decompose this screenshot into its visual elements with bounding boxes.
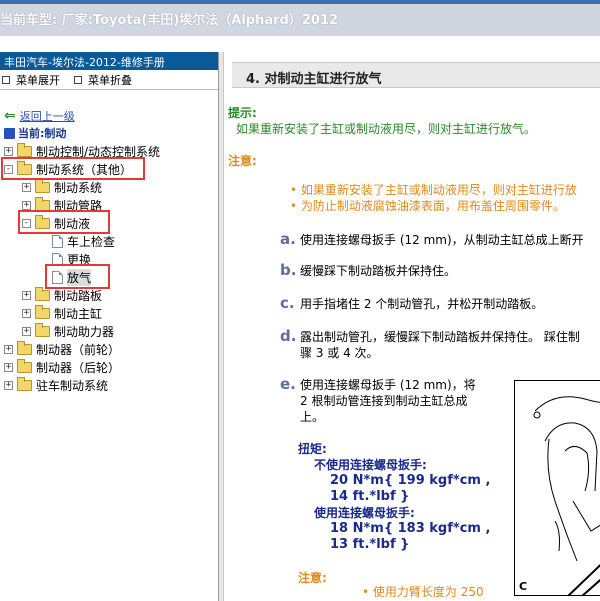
expand-menu-button[interactable]: 菜单展开 [2, 72, 60, 88]
expand-toggle-icon[interactable]: + [22, 182, 31, 192]
caution-item-1: • 如果重新安装了主缸或制动液用尽，则对主缸进行放 [290, 183, 577, 197]
torque-heading: 扭矩: [298, 442, 327, 456]
caution2-item: • 使用力臂长度为 250 [362, 585, 484, 599]
hint-heading: 提示: [228, 106, 257, 120]
folder-icon [35, 322, 50, 337]
highlight-box-brake-system-other [1, 157, 145, 180]
step-letter: a. [280, 230, 296, 248]
expand-toggle-icon[interactable]: + [22, 326, 31, 336]
step-text: 2 根制动管连接到制动主缸总成 [300, 394, 468, 408]
tree-item-brake-system[interactable]: + 制动系统 [22, 178, 102, 196]
expand-toggle-icon[interactable]: + [4, 146, 13, 156]
current-location: 当前:制动 [4, 125, 66, 141]
tree-item-label: 制动器（后轮） [36, 360, 121, 375]
current-vehicle-value: 厂家:Toyota(丰田)埃尔法（Alphard）2012 [61, 13, 339, 28]
collapse-menu-label: 菜单折叠 [88, 73, 132, 87]
current-vehicle-label: 当前车型: [0, 13, 58, 28]
back-arrow-icon: ⇐ [4, 108, 16, 124]
tree-item-front-brake[interactable]: + 制动器（前轮） [4, 340, 120, 358]
caution2-heading: 注意: [298, 571, 327, 585]
step-text: 缓慢踩下制动踏板并保持住。 [300, 264, 457, 278]
step-letter: d. [280, 327, 297, 345]
expand-toggle-icon[interactable]: + [4, 380, 13, 390]
tree-item-label: 制动器（前轮） [36, 342, 121, 357]
content-panel: 4. 对制动主缸进行放气 提示: 如果重新安装了主缸或制动液用尽，则对主缸进行放… [224, 52, 600, 601]
tree-item-rear-brake[interactable]: + 制动器（后轮） [4, 358, 120, 376]
highlight-box-bleeding [45, 264, 110, 289]
current-vehicle: 当前车型: 厂家:Toyota(丰田)埃尔法（Alphard）2012 [0, 9, 338, 28]
folder-icon [17, 376, 32, 391]
expand-icon [2, 75, 10, 84]
back-link[interactable]: ⇐ 返回上一级 [4, 108, 75, 124]
step-letter: b. [280, 261, 297, 279]
folder-icon [35, 286, 50, 301]
folder-icon [17, 340, 32, 355]
hint-text: 如果重新安装了主缸或制动液用尽，则对主缸进行放气。 [236, 122, 537, 136]
torque-without-value-1: 20 N*m{ 199 kgf*cm , [330, 473, 491, 488]
expand-toggle-icon[interactable]: + [4, 362, 13, 372]
tree-item-label: 驻车制动系统 [36, 378, 109, 393]
caution-heading: 注意: [228, 154, 257, 168]
folder-icon [35, 304, 50, 319]
step-letter: e. [280, 375, 296, 393]
menu-toolbar: 菜单展开 菜单折叠 [0, 70, 218, 90]
torque-without-value-2: 14 ft.*lbf } [330, 489, 410, 504]
step-text: 露出制动管孔，缓慢踩下制动踏板并保持住。 踩住制 [300, 330, 580, 344]
current-location-label: 当前:制动 [18, 127, 67, 140]
torque-with-wrench-label: 使用连接螺母扳手: [314, 506, 415, 520]
section-title: 4. 对制动主缸进行放气 [232, 62, 600, 88]
manual-header: 丰田汽车-埃尔法-2012-维修手册 [0, 52, 218, 70]
expand-toggle-icon[interactable]: + [22, 290, 31, 300]
tree-item-label: 制动系统 [54, 180, 103, 195]
top-bar: 当前车型: 厂家:Toyota(丰田)埃尔法（Alphard）2012 [0, 0, 600, 36]
expand-toggle-icon[interactable]: + [22, 200, 31, 210]
step-text: 使用连接螺母扳手 (12 mm)，将 [300, 378, 476, 392]
torque-with-value-1: 18 N*m{ 183 kgf*cm , [330, 521, 491, 536]
step-text: 骤 3 或 4 次。 [300, 346, 379, 360]
tree-item-label: 制动踏板 [54, 288, 103, 303]
collapse-menu-button[interactable]: 菜单折叠 [74, 72, 132, 88]
tree-item-label: 车上检查 [67, 234, 116, 249]
highlight-box-brake-fluid [18, 210, 110, 234]
tree-item-label: 制动助力器 [54, 324, 115, 339]
torque-without-wrench-label: 不使用连接螺母扳手: [314, 458, 427, 472]
document-icon [52, 234, 63, 248]
expand-menu-label: 菜单展开 [16, 73, 60, 87]
tree-item-brake-booster[interactable]: + 制动助力器 [22, 322, 114, 340]
expand-toggle-icon[interactable]: + [4, 344, 13, 354]
collapse-icon [74, 75, 82, 84]
folder-icon [35, 178, 50, 193]
tree-item-parking-brake[interactable]: + 驻车制动系统 [4, 376, 108, 394]
navigation-panel: 丰田汽车-埃尔法-2012-维修手册 菜单展开 菜单折叠 ⇐ 返回上一级 当前:… [0, 52, 218, 601]
top-accent-strip [0, 0, 600, 4]
tree-item-on-vehicle-inspection[interactable]: 车上检查 [52, 232, 115, 250]
caution-item-2: • 为防止制动液腐蚀油漆表面，用布盖住周围零件。 [290, 199, 565, 213]
step-text: 用手指堵住 2 个制动管孔，并松开制动踏板。 [300, 297, 544, 311]
tree-item-label: 制动主缸 [54, 306, 103, 321]
step-text: 上。 [300, 410, 325, 424]
brake-line-illustration [533, 396, 600, 595]
illustration-figure: C [514, 380, 600, 596]
step-letter: c. [280, 294, 295, 312]
torque-with-value-2: 13 ft.*lbf } [330, 537, 410, 552]
book-icon [4, 127, 15, 139]
folder-icon [17, 358, 32, 373]
back-link-label[interactable]: 返回上一级 [20, 108, 75, 124]
folder-icon [17, 142, 32, 157]
folder-icon [35, 196, 50, 211]
figure-label: C [519, 580, 528, 593]
expand-toggle-icon[interactable]: + [22, 308, 31, 318]
tree-item-master-cylinder[interactable]: + 制动主缸 [22, 304, 102, 322]
step-text: 使用连接螺母扳手 (12 mm)，从制动主缸总成上断开 [300, 233, 584, 247]
